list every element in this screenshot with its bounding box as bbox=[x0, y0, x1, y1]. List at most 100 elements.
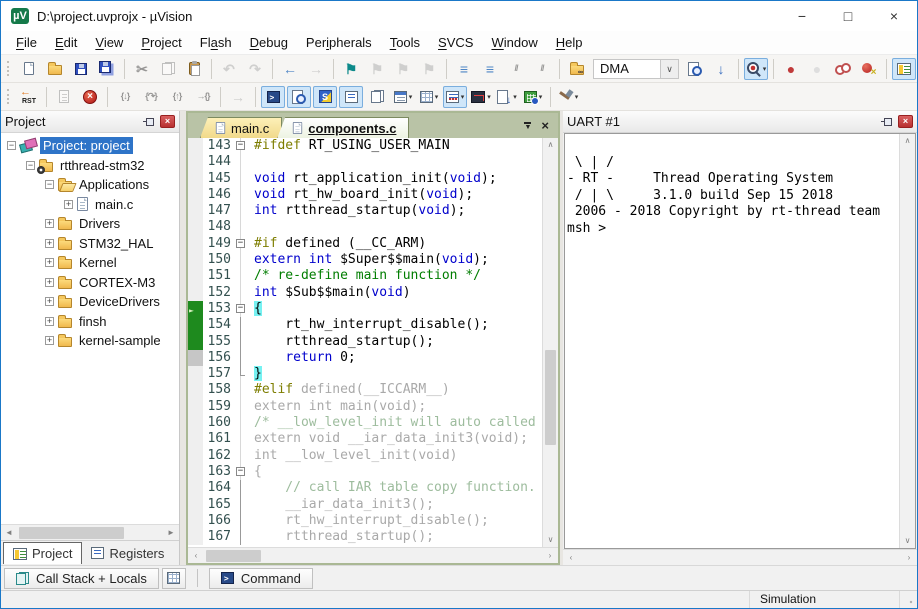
symbols-window-button[interactable] bbox=[313, 86, 337, 108]
breakpoint-disable-button[interactable]: ● bbox=[805, 58, 829, 80]
close-document-icon[interactable]: × bbox=[541, 119, 549, 132]
expand-expander-icon[interactable]: + bbox=[45, 258, 54, 267]
fold-collapse-icon[interactable]: − bbox=[236, 467, 245, 476]
tab-list-dropdown-icon[interactable]: ▼ bbox=[524, 122, 531, 130]
combo-dropdown-icon[interactable]: ∨ bbox=[660, 60, 678, 78]
stop-button[interactable] bbox=[78, 86, 102, 108]
call-stack-locals-tab[interactable]: Call Stack + Locals bbox=[4, 568, 159, 589]
breakpoint-kill-all-button[interactable] bbox=[857, 58, 881, 80]
scroll-left-icon[interactable]: ‹ bbox=[188, 551, 204, 560]
tree-item-project-project[interactable]: −Project: project bbox=[1, 136, 179, 156]
uart-terminal-output[interactable]: \ | / - RT - Thread Operating System / |… bbox=[565, 134, 899, 548]
debug-toolbox-button[interactable]: ▾ bbox=[556, 86, 580, 108]
logic-analyzer-button[interactable]: ▾ bbox=[469, 86, 493, 108]
navigate-back-button[interactable]: ← bbox=[278, 58, 302, 80]
bookmark-next-button[interactable]: ⚑ bbox=[365, 58, 389, 80]
tree-item-drivers[interactable]: +Drivers bbox=[1, 214, 179, 234]
save-button[interactable] bbox=[69, 58, 93, 80]
editor-horizontal-scrollbar[interactable]: ‹ › bbox=[188, 547, 558, 563]
scroll-track[interactable] bbox=[579, 550, 901, 565]
breakpoint-toggle-button[interactable]: ● bbox=[779, 58, 803, 80]
cut-button[interactable]: ✂ bbox=[130, 58, 154, 80]
collapse-expander-icon[interactable]: − bbox=[26, 161, 35, 170]
scroll-thumb[interactable] bbox=[19, 527, 124, 539]
code-editor[interactable]: 143−#ifdef RT_USING_USER_MAIN144145void … bbox=[188, 138, 542, 547]
copy-button[interactable] bbox=[156, 58, 180, 80]
scroll-right-icon[interactable]: ► bbox=[163, 528, 179, 537]
tree-item-main-c[interactable]: +main.c bbox=[1, 195, 179, 215]
uart-vertical-scrollbar[interactable]: ∧ ∨ bbox=[899, 134, 915, 548]
run-button[interactable] bbox=[52, 86, 76, 108]
incremental-find-button[interactable]: ↓ bbox=[709, 58, 733, 80]
stack-locals-window-button[interactable]: ▾ bbox=[495, 86, 519, 108]
scroll-track[interactable] bbox=[17, 525, 163, 540]
menu-debug[interactable]: Debug bbox=[241, 32, 297, 53]
menu-window[interactable]: Window bbox=[482, 32, 546, 53]
watch-windows-button[interactable]: ▾ bbox=[443, 86, 467, 108]
scroll-up-icon[interactable]: ∧ bbox=[548, 138, 554, 152]
project-window-button[interactable] bbox=[892, 58, 916, 80]
tree-item-rtthread-stm32[interactable]: −rtthread-stm32 bbox=[1, 156, 179, 176]
tree-item-kernel-sample[interactable]: +kernel-sample bbox=[1, 331, 179, 351]
project-horizontal-scrollbar[interactable]: ◄ ► bbox=[1, 524, 179, 540]
new-file-button[interactable] bbox=[17, 58, 41, 80]
expand-expander-icon[interactable]: + bbox=[45, 336, 54, 345]
panel-tab-project[interactable]: Project bbox=[3, 542, 82, 564]
panel-tab-registers[interactable]: Registers bbox=[82, 542, 173, 564]
disassembly-window-button[interactable] bbox=[287, 86, 311, 108]
navigate-forward-button[interactable]: → bbox=[304, 58, 328, 80]
editor-tab-components-c[interactable]: components.c bbox=[277, 117, 409, 138]
scroll-track[interactable] bbox=[900, 148, 915, 534]
menu-tools[interactable]: Tools bbox=[381, 32, 429, 53]
tree-item-cortex-m3[interactable]: +CORTEX-M3 bbox=[1, 273, 179, 293]
command-window-button[interactable] bbox=[261, 86, 285, 108]
fold-collapse-icon[interactable]: − bbox=[236, 239, 245, 248]
undo-button[interactable]: ↶ bbox=[217, 58, 241, 80]
tree-item-stm32-hal[interactable]: +STM32_HAL bbox=[1, 234, 179, 254]
find-button[interactable]: ▾ bbox=[744, 58, 768, 80]
scroll-left-icon[interactable]: ◄ bbox=[1, 528, 17, 537]
expand-expander-icon[interactable]: + bbox=[45, 317, 54, 326]
tree-item-devicedrivers[interactable]: +DeviceDrivers bbox=[1, 292, 179, 312]
save-all-button[interactable] bbox=[95, 58, 119, 80]
bookmark-toggle-button[interactable]: ⚑ bbox=[339, 58, 363, 80]
indent-button[interactable]: ≡ bbox=[452, 58, 476, 80]
scroll-right-icon[interactable]: › bbox=[542, 551, 558, 560]
editor-tab-main-c[interactable]: main.c bbox=[200, 117, 282, 138]
scroll-track[interactable] bbox=[204, 548, 542, 563]
bookmark-clear-button[interactable]: ⚑ bbox=[417, 58, 441, 80]
outdent-button[interactable]: ≡ bbox=[478, 58, 502, 80]
command-tab[interactable]: Command bbox=[209, 568, 313, 589]
memory-windows-button[interactable]: ▾ bbox=[417, 86, 441, 108]
uart-horizontal-scrollbar[interactable]: ‹ › bbox=[563, 549, 917, 565]
scroll-thumb[interactable] bbox=[545, 350, 556, 445]
step-out-button[interactable]: {↑} bbox=[165, 86, 189, 108]
fold-collapse-icon[interactable]: − bbox=[236, 141, 245, 150]
menu-flash[interactable]: Flash bbox=[191, 32, 241, 53]
pin-icon[interactable] bbox=[143, 116, 154, 127]
trace-windows-button[interactable]: ▾ bbox=[391, 86, 415, 108]
serial-windows-button[interactable] bbox=[339, 86, 363, 108]
reset-button[interactable]: RST bbox=[17, 86, 41, 108]
expand-expander-icon[interactable]: + bbox=[45, 219, 54, 228]
analysis-windows-button[interactable] bbox=[365, 86, 389, 108]
step-into-button[interactable]: {↓} bbox=[113, 86, 137, 108]
collapse-expander-icon[interactable]: − bbox=[45, 180, 54, 189]
close-button[interactable]: × bbox=[871, 1, 917, 31]
scroll-down-icon[interactable]: ∨ bbox=[905, 534, 911, 548]
lookup-folder-button[interactable] bbox=[565, 58, 589, 80]
minimize-button[interactable]: − bbox=[779, 1, 825, 31]
project-panel-close-icon[interactable]: × bbox=[160, 115, 175, 128]
menu-file[interactable]: File bbox=[7, 32, 46, 53]
redo-button[interactable]: ↷ bbox=[243, 58, 267, 80]
step-over-button[interactable]: {↷} bbox=[139, 86, 163, 108]
menu-peripherals[interactable]: Peripherals bbox=[297, 32, 381, 53]
paste-button[interactable] bbox=[182, 58, 206, 80]
expand-expander-icon[interactable]: + bbox=[45, 239, 54, 248]
tree-item-applications[interactable]: −Applications bbox=[1, 175, 179, 195]
find-in-files-button[interactable] bbox=[683, 58, 707, 80]
collapse-expander-icon[interactable]: − bbox=[7, 141, 16, 150]
pin-icon[interactable] bbox=[881, 116, 892, 127]
menu-svcs[interactable]: SVCS bbox=[429, 32, 482, 53]
run-to-cursor-button[interactable]: → bbox=[226, 86, 250, 108]
